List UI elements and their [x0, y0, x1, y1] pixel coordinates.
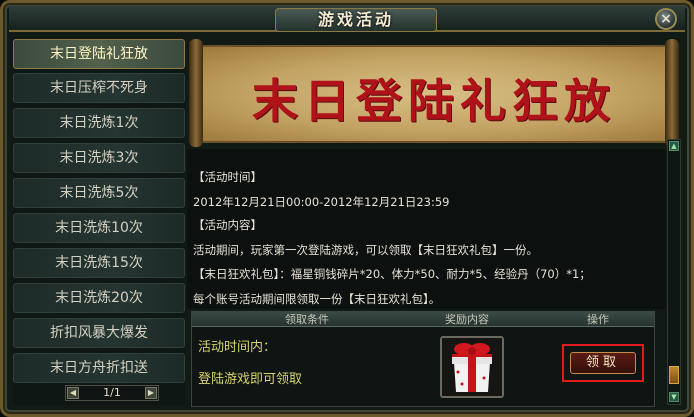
time-range: 2012年12月21日00:00-2012年12月21日23:59 — [193, 195, 450, 209]
condition-requirement: 登陆游戏即可领取 — [198, 372, 303, 387]
sidebar-item-refine-20[interactable]: 末日洗炼20次 — [13, 283, 185, 313]
content-description: 活动期间，玩家第一次登陆游戏，可以领取【末日狂欢礼包】一份。 — [193, 243, 538, 257]
sidebar-item-refine-5[interactable]: 末日洗炼5次 — [13, 178, 185, 208]
sidebar-item-refine-1[interactable]: 末日洗炼1次 — [13, 108, 185, 138]
sidebar-item-refine-3[interactable]: 末日洗炼3次 — [13, 143, 185, 173]
title-bar: 游戏活动 × — [9, 6, 685, 32]
scroll-rod-left — [189, 39, 203, 147]
reward-table: 领取条件 奖励内容 操作 活动时间内： 登陆游戏即可领取 领取 — [191, 311, 655, 407]
window-title: 游戏活动 — [275, 8, 437, 32]
claim-highlight: 领取 — [562, 344, 644, 382]
reward-slot[interactable] — [440, 336, 504, 398]
scroll-thumb[interactable] — [669, 366, 679, 384]
activity-description: 【活动时间】 2012年12月21日00:00-2012年12月21日23:59… — [187, 149, 665, 309]
column-action: 操作 — [587, 313, 609, 326]
sidebar-item-squeeze[interactable]: 末日压榨不死身 — [13, 73, 185, 103]
activity-sidebar: 末日登陆礼狂放 末日压榨不死身 末日洗炼1次 末日洗炼3次 末日洗炼5次 末日洗… — [13, 39, 185, 405]
limit-description: 每个账号活动期间限领取一份【末日狂欢礼包】。 — [193, 292, 441, 306]
red-gift-box-icon — [442, 338, 502, 396]
activity-window: 游戏活动 × 末日登陆礼狂放 末日压榨不死身 末日洗炼1次 末日洗炼3次 末日洗… — [0, 0, 694, 417]
content-scrollbar[interactable]: ▲ ▼ — [667, 139, 681, 405]
banner-title: 末日登陆礼狂放 — [252, 74, 616, 128]
column-condition: 领取条件 — [285, 313, 329, 326]
banner-scroll: 末日登陆礼狂放 — [197, 45, 671, 143]
pager-text: 1/1 — [103, 386, 121, 399]
close-button[interactable]: × — [655, 8, 677, 30]
package-description: 【末日狂欢礼包】：福星铜钱碎片*20、体力*50、耐力*5、经验丹（70）*1； — [193, 267, 591, 281]
sidebar-item-login-gift[interactable]: 末日登陆礼狂放 — [13, 39, 185, 69]
scroll-up-button[interactable]: ▲ — [669, 141, 679, 151]
sidebar-item-refine-15[interactable]: 末日洗炼15次 — [13, 248, 185, 278]
sidebar-pager: ◀ 1/1 ▶ — [65, 385, 159, 401]
claim-button[interactable]: 领取 — [570, 352, 636, 374]
content-header: 【活动内容】 — [193, 218, 262, 232]
time-header: 【活动时间】 — [193, 170, 262, 184]
reward-table-header: 领取条件 奖励内容 操作 — [192, 312, 654, 327]
column-reward: 奖励内容 — [445, 313, 489, 326]
sidebar-item-discount-storm[interactable]: 折扣风暴大爆发 — [13, 318, 185, 348]
pager-next-button[interactable]: ▶ — [145, 387, 157, 399]
sidebar-item-refine-10[interactable]: 末日洗炼10次 — [13, 213, 185, 243]
condition-time: 活动时间内： — [198, 340, 277, 355]
scroll-rod-right — [665, 39, 679, 147]
pager-prev-button[interactable]: ◀ — [67, 387, 79, 399]
activity-banner: 末日登陆礼狂放 — [187, 39, 681, 147]
sidebar-item-ark-discount[interactable]: 末日方舟折扣送 — [13, 353, 185, 383]
scroll-down-button[interactable]: ▼ — [669, 392, 679, 402]
